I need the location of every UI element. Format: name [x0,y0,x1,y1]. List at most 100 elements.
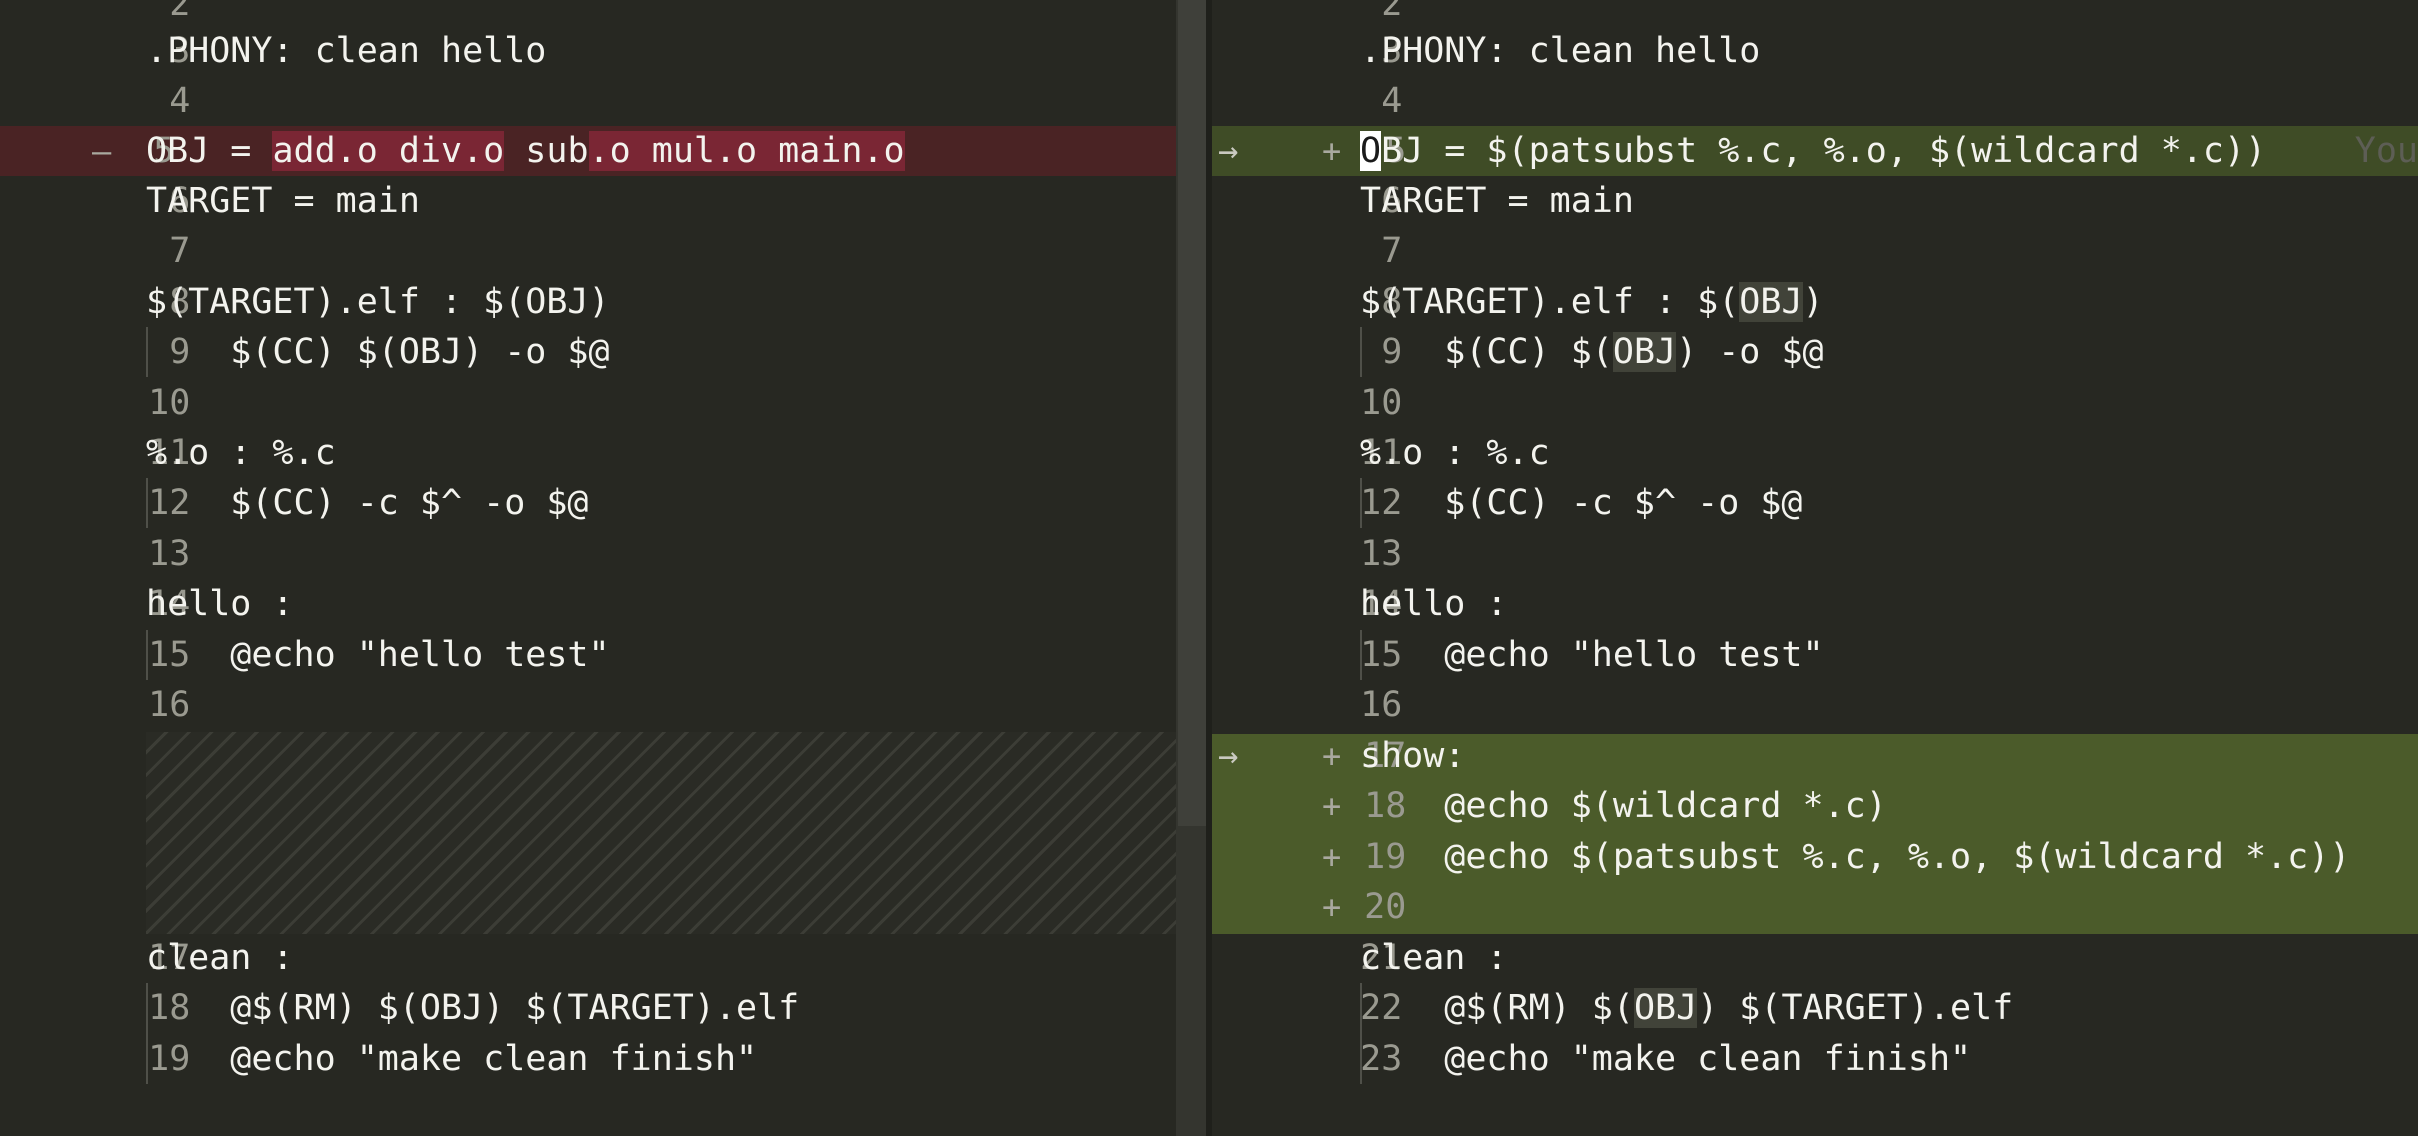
revert-arrow-icon[interactable]: → [1218,126,1258,176]
line-number: 16 [1360,685,1403,725]
diff-filler-hatch [146,732,1176,934]
code-text: @$(RM) $(OBJ) $(TARGET).elf [1360,988,2014,1028]
addition-marker-icon: + [1322,838,1342,876]
diff-right-pane[interactable]: 2 3 .PHONY: clean hello 4 → 5 + OBJ = $(… [1212,0,2418,1136]
code-text: hello : [1360,584,1508,624]
code-text: TARGET = main [1360,181,1634,221]
code-line[interactable]: 8 $(TARGET).elf : $(OBJ) [1212,277,2418,327]
code-line[interactable]: 12 $(CC) -c $^ -o $@ [0,478,1176,528]
code-text: $(CC) $(OBJ) -o $@ [1360,332,1824,372]
code-text: @echo "make clean finish" [1360,1039,1972,1079]
code-text: OBJ = add.o div.o sub.o mul.o main.o [146,131,905,171]
code-line[interactable]: 7 [0,226,1176,276]
deletion-marker-icon: — [92,132,112,170]
deleted-code-line[interactable]: 5 — OBJ = add.o div.o sub.o mul.o main.o [0,126,1176,176]
code-line[interactable]: 9 $(CC) $(OBJ) -o $@ [1212,327,2418,377]
code-text: @echo $(patsubst %.c, %.o, $(wildcard *.… [1360,837,2351,877]
code-line[interactable]: 3 .PHONY: clean hello [0,26,1176,76]
code-text: %.o : %.c [1360,433,1550,473]
code-line[interactable]: 16 [0,680,1176,730]
line-number: 4 [169,81,191,121]
code-text: .PHONY: clean hello [146,31,547,71]
line-number: 2 [169,0,191,24]
revert-arrow-icon[interactable]: → [1218,731,1258,781]
code-text: @echo "hello test" [1360,635,1824,675]
code-line[interactable]: 19 @echo "make clean finish" [0,1034,1176,1084]
code-line[interactable]: 11 %.o : %.c [0,428,1176,478]
added-code-line[interactable]: 19 + @echo $(patsubst %.c, %.o, $(wildca… [1212,832,2418,882]
added-code-line[interactable]: → 5 + OBJ = $(patsubst %.c, %.o, $(wildc… [1212,126,2418,176]
code-line[interactable]: 13 [0,529,1176,579]
code-line[interactable]: 15 @echo "hello test" [0,630,1176,680]
code-text: OBJ = $(patsubst %.c, %.o, $(wildcard *.… [1360,131,2267,171]
indent-guide [1360,327,1362,377]
code-line[interactable]: 7 [1212,226,2418,276]
code-text: $(CC) -c $^ -o $@ [1360,483,1803,523]
code-text: $(CC) -c $^ -o $@ [146,483,589,523]
diff-left-pane[interactable]: 2 3 .PHONY: clean hello 4 5 — OBJ = add.… [0,0,1176,1136]
indent-guide [146,630,148,680]
symbol-reference-highlight: OBJ [1633,988,1698,1028]
code-line[interactable]: 11 %.o : %.c [1212,428,2418,478]
indent-guide [146,327,148,377]
code-text: .PHONY: clean hello [1360,31,1761,71]
indent-guide [146,983,148,1084]
code-line[interactable]: 2 [0,0,1176,29]
code-line[interactable]: 2 [1212,0,2418,29]
line-number: 20 [1364,887,1407,927]
line-number: 10 [148,383,191,423]
line-number: 13 [1360,534,1403,574]
code-line[interactable]: 10 [0,378,1176,428]
code-line[interactable]: 23 @echo "make clean finish" [1212,1034,2418,1084]
symbol-reference-highlight: OBJ [1612,332,1677,372]
indent-guide [1360,630,1362,680]
code-text: @echo "hello test" [146,635,610,675]
code-line[interactable]: 13 [1212,529,2418,579]
code-text: hello : [146,584,294,624]
added-code-line[interactable]: 18 + @echo $(wildcard *.c) [1212,781,2418,831]
code-text: $(TARGET).elf : $(OBJ) [146,282,610,322]
code-text: clean : [1360,938,1508,978]
code-line[interactable]: 3 .PHONY: clean hello [1212,26,2418,76]
blame-annotation: You [2354,131,2418,171]
scrollbar-thumb[interactable] [1178,0,1206,826]
line-number: 4 [1381,81,1403,121]
code-text: show: [1360,736,1466,776]
line-number: 16 [148,685,191,725]
code-line[interactable]: 14 hello : [1212,579,2418,629]
code-line[interactable]: 18 @$(RM) $(OBJ) $(TARGET).elf [0,983,1176,1033]
code-line[interactable]: 21 clean : [1212,933,2418,983]
code-text: clean : [146,938,294,978]
code-line[interactable]: 17 clean : [0,933,1176,983]
code-line[interactable]: 16 [1212,680,2418,730]
code-text: @echo $(wildcard *.c) [1360,786,1887,826]
indent-guide [1360,478,1362,528]
added-code-line[interactable]: 20 + [1212,882,2418,932]
addition-marker-icon: + [1322,737,1342,775]
addition-marker-icon: + [1322,132,1342,170]
code-line[interactable]: 6 TARGET = main [1212,176,2418,226]
line-number: 2 [1381,0,1403,24]
line-number: 7 [169,231,191,271]
text-cursor: O [1360,131,1382,171]
code-line[interactable]: 15 @echo "hello test" [1212,630,2418,680]
code-text: TARGET = main [146,181,420,221]
code-line[interactable]: 9 $(CC) $(OBJ) -o $@ [0,327,1176,377]
line-number: 10 [1360,383,1403,423]
code-text: %.o : %.c [146,433,336,473]
code-text: @echo "make clean finish" [146,1039,758,1079]
addition-marker-icon: + [1322,888,1342,926]
code-line[interactable]: 12 $(CC) -c $^ -o $@ [1212,478,2418,528]
code-line[interactable]: 22 @$(RM) $(OBJ) $(TARGET).elf [1212,983,2418,1033]
code-text: $(CC) $(OBJ) -o $@ [146,332,610,372]
code-line[interactable]: 4 [1212,76,2418,126]
code-text: @$(RM) $(OBJ) $(TARGET).elf [146,988,800,1028]
code-line[interactable]: 8 $(TARGET).elf : $(OBJ) [0,277,1176,327]
code-line[interactable]: 14 hello : [0,579,1176,629]
addition-marker-icon: + [1322,787,1342,825]
code-line[interactable]: 6 TARGET = main [0,176,1176,226]
code-line[interactable]: 10 [1212,378,2418,428]
line-number: 7 [1381,231,1403,271]
added-code-line[interactable]: → 17 + show: [1212,731,2418,781]
code-line[interactable]: 4 [0,76,1176,126]
